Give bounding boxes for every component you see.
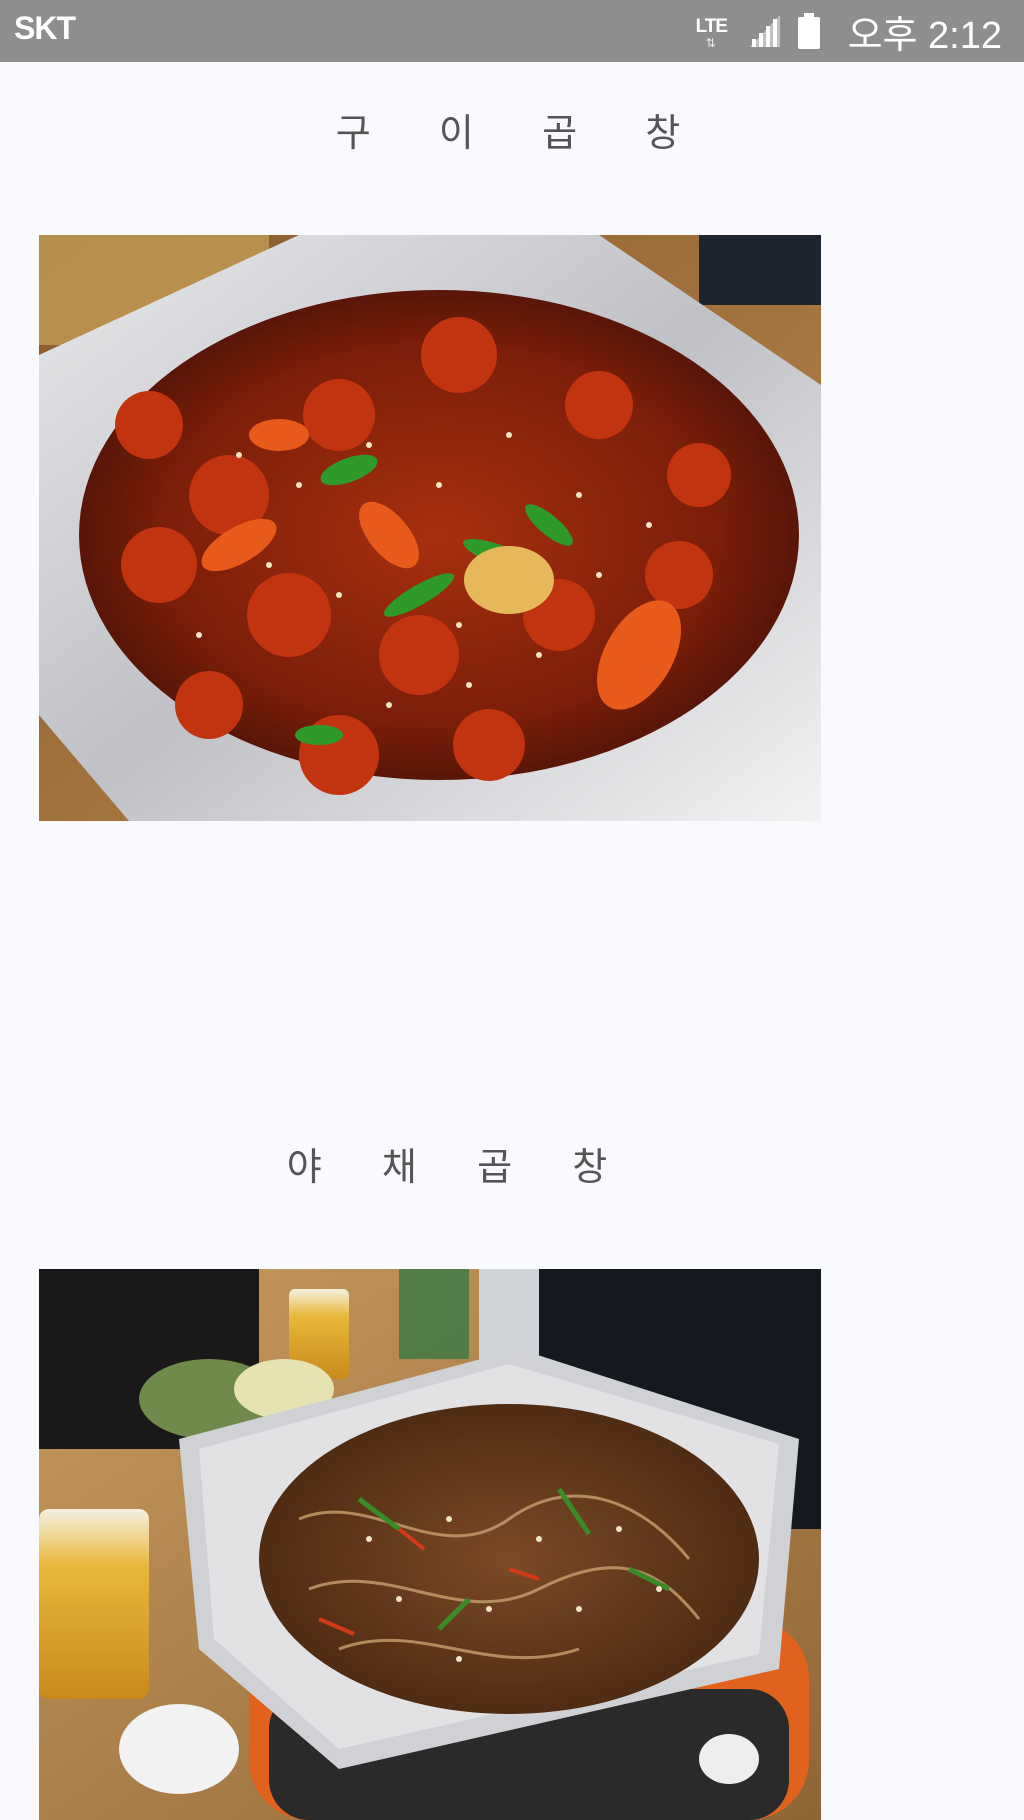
status-icons: LTE ⇅ 오후 2:12 [694,0,1002,62]
lte-icon: LTE ⇅ [694,8,734,54]
section-title-grilled-gopchang: 구 이 곱 창 [335,111,689,155]
grilled-gopchang-photo[interactable] [39,235,821,821]
section-title-vegetable-gopchang: 야 채 곱 창 [286,1145,614,1189]
signal-icon [749,15,780,47]
carrier-label: SKT [14,10,76,46]
grilled-gopchang-image [39,235,821,821]
network-type-label: LTE [695,16,729,37]
battery-icon [797,13,820,49]
status-bar: SKT LTE ⇅ 오후 2:12 [0,0,1024,62]
data-activity-icon: ⇅ [705,36,716,50]
content-scroll-area[interactable]: 구 이 곱 창 야 채 곱 창 [0,62,1024,1820]
vegetable-gopchang-image [39,1269,821,1820]
vegetable-gopchang-photo[interactable] [39,1269,821,1820]
clock: 오후 2:12 [847,14,1002,57]
